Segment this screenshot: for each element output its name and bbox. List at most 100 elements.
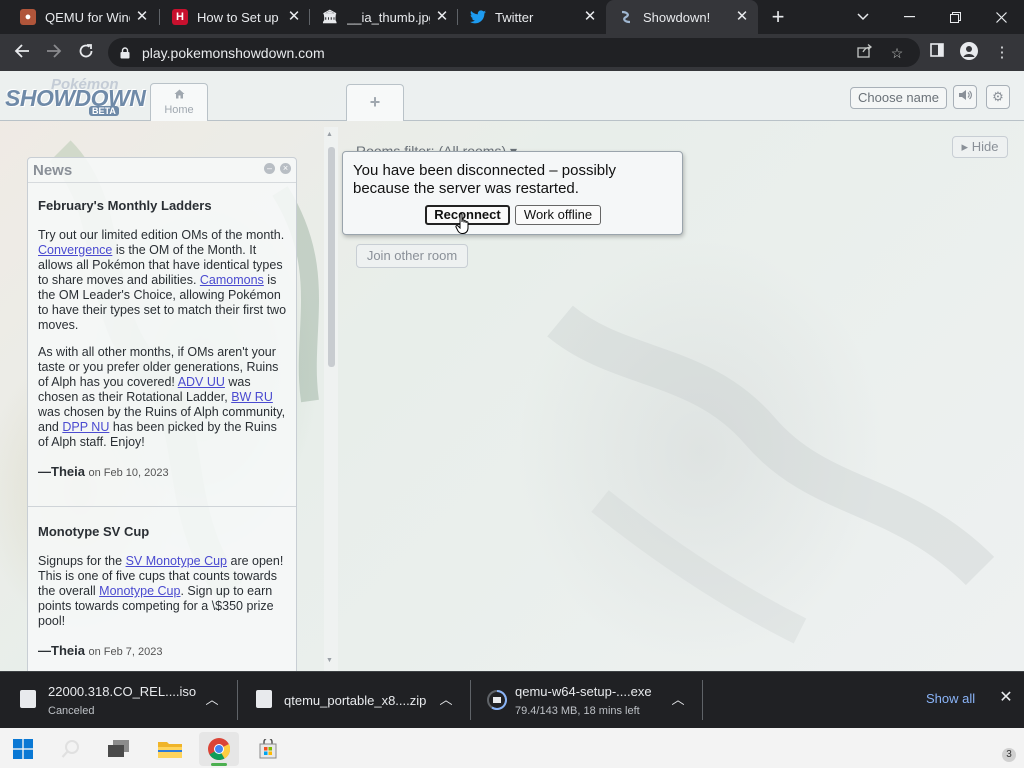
news-item-monthly-ladders: February's Monthly Ladders Try out our l…	[38, 198, 290, 481]
tab-close-icon[interactable]: ✕	[582, 9, 598, 25]
download-item-exe[interactable]: qemu-w64-setup-....exe 79.4/143 MB, 18 m…	[470, 672, 702, 728]
showdown-header: Pokémon SHOWDOWN BETA Home + Choose name…	[0, 71, 1024, 121]
zip-file-icon	[256, 690, 272, 708]
news-item-monotype-cup: Monotype SV Cup Signups for the SV Monot…	[38, 524, 290, 660]
show-all-downloads-link[interactable]: Show all	[926, 691, 975, 706]
chrome-taskbar-icon[interactable]	[199, 732, 239, 766]
tab-qemu[interactable]: ● QEMU for Wind ✕	[8, 0, 158, 34]
reload-icon[interactable]	[73, 40, 99, 66]
active-app-indicator	[211, 763, 227, 766]
chevron-up-icon[interactable]: ︿	[437, 691, 455, 709]
new-tab-button[interactable]: +	[766, 5, 790, 29]
download-item-iso[interactable]: 22000.318.CO_REL....iso Canceled ︿	[0, 672, 236, 728]
tab-how-to[interactable]: H How to Set up V ✕	[160, 0, 310, 34]
search-icon[interactable]	[51, 732, 91, 766]
windows-taskbar	[0, 728, 1024, 768]
file-explorer-icon[interactable]	[150, 732, 190, 766]
exe-progress-icon	[487, 690, 507, 710]
close-download-shelf-icon[interactable]: ✕	[997, 689, 1015, 707]
notification-count-badge[interactable]: 3	[1002, 748, 1016, 762]
scroll-down-arrow-icon[interactable]: ▼	[326, 657, 333, 664]
link-bw-ru[interactable]: BW RU	[231, 390, 273, 404]
news-item-divider	[28, 506, 296, 507]
forward-icon[interactable]	[41, 40, 67, 66]
tab-twitter[interactable]: Twitter ✕	[458, 0, 606, 34]
hide-button[interactable]: ▸ Hide	[952, 136, 1008, 158]
address-bar[interactable]: play.pokemonshowdown.com ☆	[108, 38, 920, 67]
link-monotype-cup[interactable]: Monotype Cup	[99, 584, 180, 598]
minimize-icon[interactable]	[886, 0, 932, 34]
disconnected-popup: You have been disconnected – possibly be…	[342, 151, 683, 235]
scrollbar-thumb[interactable]	[328, 147, 335, 367]
bookmark-star-icon[interactable]: ☆	[887, 43, 907, 63]
choose-name-button[interactable]: Choose name	[850, 87, 947, 109]
qemu-favicon-icon: ●	[20, 9, 36, 25]
tab-title: QEMU for Wind	[45, 9, 130, 25]
close-news-icon[interactable]: ×	[280, 163, 291, 174]
back-icon[interactable]	[9, 40, 35, 66]
author: —Theia	[38, 464, 85, 479]
browser-tab-strip: ● QEMU for Wind ✕ H How to Set up V ✕ 🏛 …	[0, 0, 1024, 34]
news-item-paragraph: As with all other months, if OMs aren't …	[38, 345, 286, 449]
download-filename: qemu-w64-setup-....exe	[515, 684, 652, 699]
window-close-icon[interactable]	[978, 0, 1024, 34]
store-icon[interactable]	[248, 732, 288, 766]
minimize-news-icon[interactable]: –	[264, 163, 275, 174]
download-filename: 22000.318.CO_REL....iso	[48, 684, 197, 699]
task-view-icon[interactable]	[99, 732, 139, 766]
showdown-logo[interactable]: Pokémon SHOWDOWN BETA	[3, 75, 151, 119]
work-offline-button[interactable]: Work offline	[515, 205, 601, 225]
tab-close-icon[interactable]: ✕	[434, 9, 450, 25]
tab-title: How to Set up V	[197, 9, 282, 25]
tab-showdown[interactable]: Showdown! ✕	[606, 0, 758, 34]
sound-icon[interactable]	[953, 85, 977, 109]
download-status: Canceled	[48, 705, 95, 717]
tab-title: Twitter	[495, 9, 534, 25]
lock-icon[interactable]	[120, 46, 130, 59]
share-icon[interactable]	[855, 43, 875, 63]
link-convergence[interactable]: Convergence	[38, 243, 112, 257]
link-dpp-nu[interactable]: DPP NU	[62, 420, 109, 434]
tab-ia-thumb[interactable]: 🏛 __ia_thumb.jpg ✕	[310, 0, 458, 34]
news-item-byline: —Theia on Feb 10, 2023	[38, 464, 290, 481]
hide-button-label: Hide	[971, 139, 999, 154]
logo-showdown-text: SHOWDOWN	[5, 85, 146, 111]
tab-close-icon[interactable]: ✕	[286, 9, 302, 25]
tab-title: Showdown!	[643, 9, 711, 25]
logo-beta-badge: BETA	[89, 106, 119, 116]
link-adv-uu[interactable]: ADV UU	[178, 375, 225, 389]
download-separator	[702, 680, 703, 720]
download-filename: qtemu_portable_x8....zip	[284, 693, 427, 708]
restore-icon[interactable]	[932, 0, 978, 34]
showdown-page: Pokémon SHOWDOWN BETA Home + Choose name…	[0, 71, 1024, 671]
windows-start-icon[interactable]	[3, 732, 43, 766]
settings-gear-icon[interactable]: ⚙	[986, 85, 1010, 109]
new-room-tab[interactable]: +	[346, 84, 404, 121]
tab-home-label: Home	[164, 104, 194, 116]
home-icon	[151, 89, 207, 102]
tab-close-icon[interactable]: ✕	[734, 9, 750, 25]
news-item-title: February's Monthly Ladders	[38, 198, 212, 213]
chrome-menu-icon[interactable]: ⋮	[991, 42, 1013, 64]
twitter-favicon-icon	[470, 9, 486, 25]
join-other-room-button[interactable]: Join other room	[356, 244, 468, 268]
side-panel-icon[interactable]	[926, 42, 948, 64]
download-status: 79.4/143 MB, 18 mins left	[515, 705, 640, 717]
disconnect-message: You have been disconnected – possibly be…	[353, 162, 616, 197]
showdown-favicon-icon	[618, 9, 634, 25]
link-sv-monotype-cup[interactable]: SV Monotype Cup	[126, 554, 227, 568]
profile-avatar-icon[interactable]	[958, 42, 980, 64]
author: —Theia	[38, 643, 85, 658]
chevron-up-icon[interactable]: ︿	[203, 691, 221, 709]
download-item-zip[interactable]: qtemu_portable_x8....zip ︿	[236, 672, 470, 728]
download-shelf: 22000.318.CO_REL....iso Canceled ︿ qtemu…	[0, 671, 1024, 728]
tab-close-icon[interactable]: ✕	[134, 9, 150, 25]
scroll-up-arrow-icon[interactable]: ▲	[326, 131, 333, 138]
tab-title: __ia_thumb.jpg	[347, 9, 430, 25]
h-favicon-icon: H	[172, 9, 188, 25]
tab-home[interactable]: Home	[150, 83, 208, 121]
news-title: News	[33, 162, 73, 179]
tab-search-icon[interactable]	[840, 0, 886, 34]
link-camomons[interactable]: Camomons	[200, 273, 264, 287]
chevron-up-icon[interactable]: ︿	[669, 691, 687, 709]
